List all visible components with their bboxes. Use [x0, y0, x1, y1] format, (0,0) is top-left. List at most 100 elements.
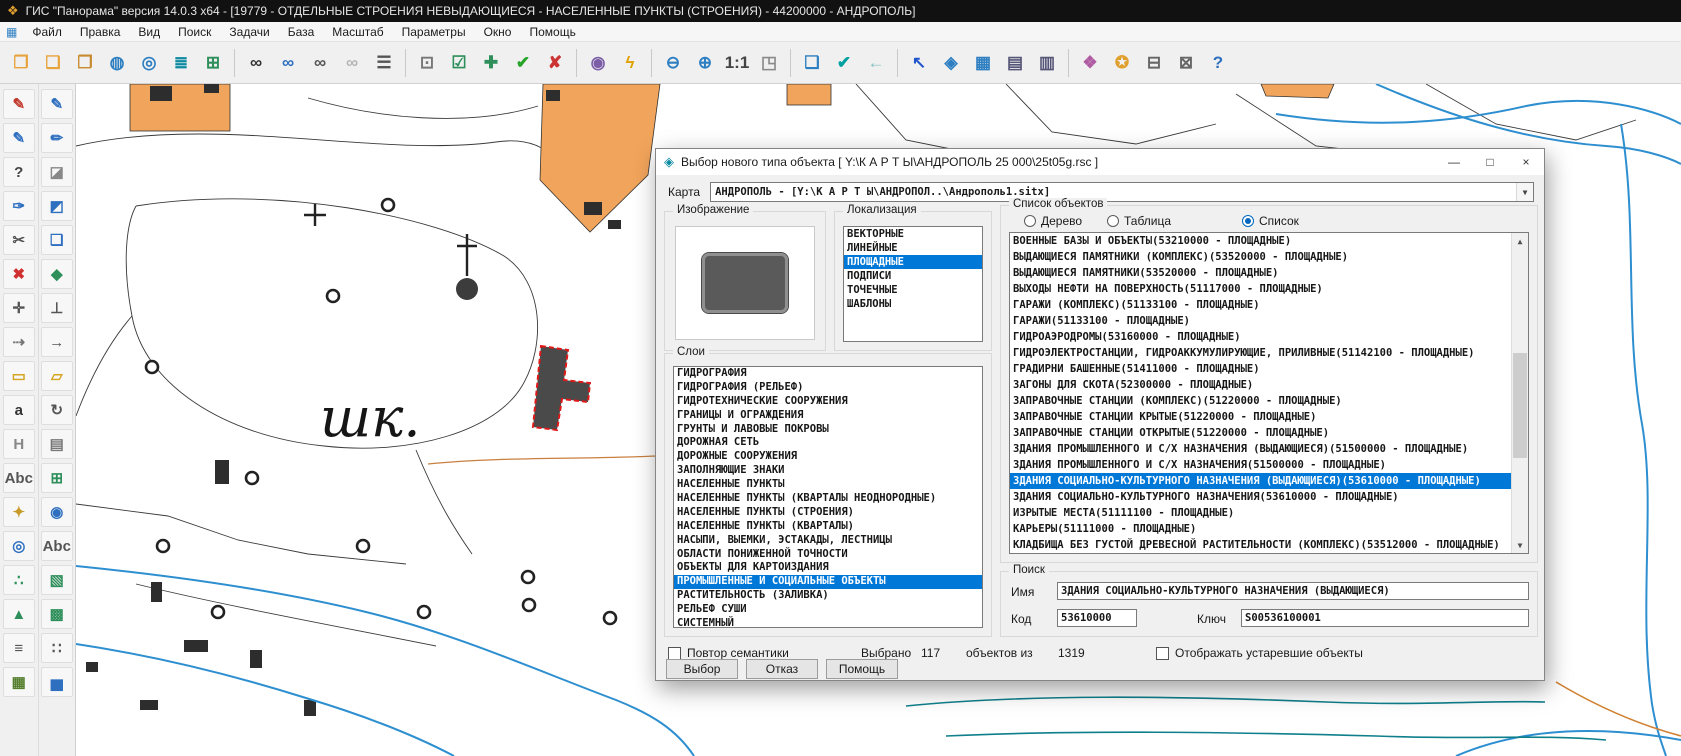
- fill-icon[interactable]: ▩: [41, 599, 73, 629]
- object-type-item[interactable]: ВЫХОДЫ НЕФТИ НА ПОВЕРХНОСТЬ(51117000 - П…: [1010, 281, 1511, 297]
- delete-object-icon[interactable]: ✖: [3, 259, 35, 289]
- hatch-icon[interactable]: ▧: [41, 565, 73, 595]
- search-text-icon[interactable]: ∞: [273, 48, 303, 78]
- fit-window-icon[interactable]: ◳: [754, 48, 784, 78]
- help-button[interactable]: Помощь: [826, 659, 898, 679]
- layer-item[interactable]: ОБЛАСТИ ПОНИЖЕННОЙ ТОЧНОСТИ: [674, 548, 982, 562]
- cancel-button[interactable]: Отказ: [746, 659, 818, 679]
- search-disabled-icon[interactable]: ∞: [337, 48, 367, 78]
- name-field[interactable]: [1057, 582, 1529, 600]
- menu-item-database[interactable]: База: [279, 23, 324, 41]
- localization-item[interactable]: ПЛОЩАДНЫЕ: [844, 255, 982, 269]
- text-a-icon[interactable]: a: [3, 395, 35, 425]
- continue-line-icon[interactable]: ⇢: [3, 327, 35, 357]
- close-button[interactable]: ×: [1508, 149, 1544, 175]
- semantic-list-icon[interactable]: ▥: [1032, 48, 1062, 78]
- paste-object-icon[interactable]: ◆: [41, 259, 73, 289]
- edit-curve-icon[interactable]: ✑: [3, 191, 35, 221]
- pan-view-icon[interactable]: ❏: [797, 48, 827, 78]
- apply-view-icon[interactable]: ✔: [829, 48, 859, 78]
- select-area-icon[interactable]: ⊡: [412, 48, 442, 78]
- dialog-titlebar[interactable]: ◈ Выбор нового типа объекта [ Y:\К А Р Т…: [656, 149, 1544, 175]
- chart-icon[interactable]: ▅: [41, 667, 73, 697]
- edit-metric-icon[interactable]: ✎: [41, 89, 73, 119]
- open-dbm-icon[interactable]: ❒: [70, 48, 100, 78]
- layer-item[interactable]: ГИДРОТЕХНИЧЕСКИЕ СООРУЖЕНИЯ: [674, 395, 982, 409]
- radio-table[interactable]: Таблица: [1107, 214, 1171, 228]
- layer-item[interactable]: РЕЛЬЕФ СУШИ: [674, 603, 982, 617]
- object-type-item[interactable]: ЗАПРАВОЧНЫЕ СТАНЦИИ (КОМПЛЕКС)(51220000 …: [1010, 393, 1511, 409]
- chevron-down-icon[interactable]: ▼: [1516, 183, 1533, 201]
- dbm-table-icon[interactable]: ▤: [1000, 48, 1030, 78]
- map-combobox[interactable]: АНДРОПОЛЬ - [Y:\К А Р Т Ы\АНДРОПОЛ..\Анд…: [710, 182, 1534, 202]
- print-icon[interactable]: ⊟: [1139, 48, 1169, 78]
- object-type-item[interactable]: ВОЕННЫЕ БАЗЫ И ОБЪЕКТЫ(53210000 - ПЛОЩАД…: [1010, 233, 1511, 249]
- localization-item[interactable]: ВЕКТОРНЫЕ: [844, 227, 982, 241]
- select-check-icon[interactable]: ☑: [444, 48, 474, 78]
- object-type-item[interactable]: ЗДАНИЯ ПРОМЫШЛЕННОГО И С/Х НАЗНАЧЕНИЯ (В…: [1010, 441, 1511, 457]
- layer-item[interactable]: ГИДРОГРАФИЯ (РЕЛЬЕФ): [674, 381, 982, 395]
- zoom-out-icon[interactable]: ⊖: [658, 48, 688, 78]
- context-help-icon[interactable]: ?: [1203, 48, 1233, 78]
- radio-table-circle[interactable]: [1107, 215, 1119, 227]
- flashlight-icon[interactable]: ✦: [3, 497, 35, 527]
- code-field[interactable]: [1057, 609, 1137, 627]
- radio-list[interactable]: Список: [1242, 214, 1299, 228]
- run-task-icon[interactable]: ϟ: [615, 48, 645, 78]
- search-more-icon[interactable]: ∞: [305, 48, 335, 78]
- dots-grid-icon[interactable]: ∷: [41, 633, 73, 663]
- layer-item[interactable]: ДОРОЖНАЯ СЕТЬ: [674, 436, 982, 450]
- move-point-icon[interactable]: ✛: [3, 293, 35, 323]
- object-type-item[interactable]: КЛАДБИЩА БЕЗ ГУСТОЙ ДРЕВЕСНОЙ РАСТИТЕЛЬН…: [1010, 537, 1511, 553]
- menu-item-edit[interactable]: Правка: [71, 23, 130, 41]
- up-level-icon[interactable]: ▲: [3, 599, 35, 629]
- menu-item-help[interactable]: Помощь: [520, 23, 584, 41]
- sphere-3d-icon[interactable]: ◉: [583, 48, 613, 78]
- object-list-icon[interactable]: ☰: [369, 48, 399, 78]
- edit-query-icon[interactable]: ?: [3, 157, 35, 187]
- select-button[interactable]: Выбор: [666, 659, 738, 679]
- menu-item-parameters[interactable]: Параметры: [393, 23, 475, 41]
- layer-item[interactable]: НАСЕЛЕННЫЕ ПУНКТЫ (КВАРТАЛЫ): [674, 520, 982, 534]
- layer-item[interactable]: НАСЫПИ, ВЫЕМКИ, ЭСТАКАДЫ, ЛЕСТНИЦЫ: [674, 534, 982, 548]
- radio-tree[interactable]: Дерево: [1024, 214, 1082, 228]
- scroll-up-icon[interactable]: ▲: [1512, 233, 1528, 249]
- object-type-item[interactable]: ГИДРОЭЛЕКТРОСТАНЦИИ, ГИДРОАККУМУЛИРУЮЩИЕ…: [1010, 345, 1511, 361]
- localization-item[interactable]: ШАБЛОНЫ: [844, 297, 982, 311]
- back-view-icon[interactable]: ←: [861, 48, 891, 78]
- object-type-item[interactable]: ЗАПРАВОЧНЫЕ СТАНЦИИ КРЫТЫЕ(51220000 - ПЛ…: [1010, 409, 1511, 425]
- object-type-item[interactable]: КАРЬЕРЫ(51111000 - ПЛОЩАДНЫЕ): [1010, 521, 1511, 537]
- layer-item[interactable]: ЗАПОЛНЯЮЩИЕ ЗНАКИ: [674, 464, 982, 478]
- copy-map-icon[interactable]: ◎: [134, 48, 164, 78]
- layer-item[interactable]: РАСТИТЕЛЬНОСТЬ (ЗАЛИВКА): [674, 589, 982, 603]
- topology-icon[interactable]: ⊥: [41, 293, 73, 323]
- palette-icon[interactable]: ❖: [1075, 48, 1105, 78]
- print-setup-icon[interactable]: ⊠: [1171, 48, 1201, 78]
- object-type-item[interactable]: ЗДАНИЯ СОЦИАЛЬНО-КУЛЬТУРНОГО НАЗНАЧЕНИЯ …: [1010, 473, 1511, 489]
- layer-composition-icon[interactable]: ⊞: [198, 48, 228, 78]
- layer-item[interactable]: СИСТЕМНЫЙ: [674, 617, 982, 628]
- object-pin-icon[interactable]: ✪: [1107, 48, 1137, 78]
- menu-item-search[interactable]: Поиск: [169, 23, 220, 41]
- menu-item-scale[interactable]: Масштаб: [323, 23, 392, 41]
- rotate-icon[interactable]: ↻: [41, 395, 73, 425]
- edit-spline-icon[interactable]: ✎: [3, 123, 35, 153]
- localization-item[interactable]: ПОДПИСИ: [844, 269, 982, 283]
- list-settings-icon[interactable]: ≡: [3, 633, 35, 663]
- select-apply-icon[interactable]: ✔: [508, 48, 538, 78]
- layer-item[interactable]: НАСЕЛЕННЫЕ ПУНКТЫ (КВАРТАЛЫ НЕОДНОРОДНЫЕ…: [674, 492, 982, 506]
- cut-object-icon[interactable]: ✂: [3, 225, 35, 255]
- zoom-object-icon[interactable]: ◉: [41, 497, 73, 527]
- menu-item-tasks[interactable]: Задачи: [220, 23, 278, 41]
- stamp-icon[interactable]: ▤: [41, 429, 73, 459]
- search-object-icon[interactable]: ∞: [241, 48, 271, 78]
- layer-item[interactable]: ГРУНТЫ И ЛАВОВЫЕ ПОКРОВЫ: [674, 423, 982, 437]
- object-type-item[interactable]: ЗАГОНЫ ДЛЯ СКОТА(52300000 - ПЛОЩАДНЫЕ): [1010, 377, 1511, 393]
- layer-item[interactable]: ГИДРОГРАФИЯ: [674, 367, 982, 381]
- pointer-icon[interactable]: ↖: [904, 48, 934, 78]
- horizont-icon[interactable]: H: [3, 429, 35, 459]
- edit-points-icon[interactable]: ✏: [41, 123, 73, 153]
- select-by-frame-icon[interactable]: ▦: [968, 48, 998, 78]
- radio-tree-circle[interactable]: [1024, 215, 1036, 227]
- ruler-icon[interactable]: ▭: [3, 361, 35, 391]
